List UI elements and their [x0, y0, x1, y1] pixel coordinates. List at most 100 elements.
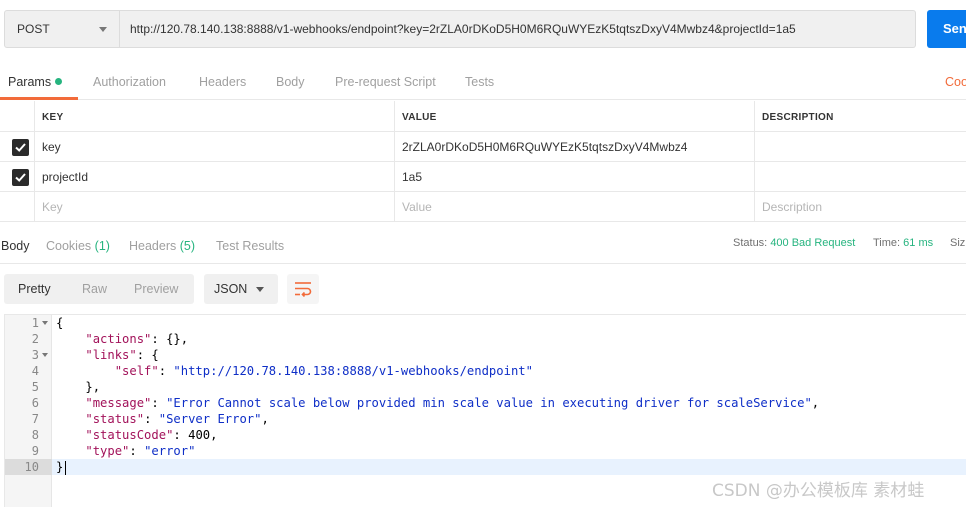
response-toolbar: Pretty Raw Preview JSON: [0, 273, 966, 307]
line-number: 4: [31, 364, 39, 378]
response-tabs: Body Cookies (1) Headers (5) Test Result…: [0, 232, 966, 264]
code-token: "message": [85, 396, 152, 410]
line-number: 8: [31, 428, 39, 442]
status-meta: Status: 400 Bad Request: [733, 237, 855, 249]
column-divider: [394, 101, 395, 131]
code-line: "statusCode": 400,: [56, 427, 217, 443]
table-row-empty: Key Value Description: [0, 192, 966, 222]
format-select[interactable]: JSON: [204, 274, 278, 304]
line-number: 7: [31, 412, 39, 426]
checkmark-icon: [15, 173, 26, 182]
code-token: 400: [188, 428, 211, 442]
tab-headers[interactable]: Headers: [199, 75, 246, 89]
param-value-cell[interactable]: 2rZLA0rDKoD5H0M6RQuWYEzK5tqtszDxyV4Mwbz4: [402, 140, 687, 154]
code-token: :: [173, 428, 189, 442]
column-divider: [394, 192, 395, 221]
param-key-cell[interactable]: projectId: [42, 170, 88, 184]
code-token: }: [56, 460, 64, 474]
new-key-input[interactable]: Key: [42, 200, 63, 214]
raw-button[interactable]: Raw: [82, 282, 107, 296]
table-row: projectId 1a5: [0, 162, 966, 192]
params-header-row: KEY VALUE DESCRIPTION: [0, 101, 966, 132]
code-line: "status": "Server Error",: [56, 411, 269, 427]
code-token: :: [158, 364, 174, 378]
code-token: :: [151, 396, 167, 410]
line-number: 3: [31, 348, 39, 362]
wrap-lines-button[interactable]: [287, 274, 319, 304]
line-number: 1: [31, 316, 39, 330]
chevron-down-icon: [99, 27, 107, 32]
pretty-button[interactable]: Pretty: [18, 282, 51, 296]
active-dot-icon: [55, 78, 63, 85]
code-line: },: [56, 379, 100, 395]
preview-button[interactable]: Preview: [134, 282, 178, 296]
chevron-down-icon: [256, 287, 264, 292]
table-row: key 2rZLA0rDKoD5H0M6RQuWYEzK5tqtszDxyV4M…: [0, 132, 966, 162]
code-token: : {},: [151, 332, 189, 346]
tab-cookies-label: Cookies: [46, 239, 92, 253]
row-checkbox[interactable]: [12, 139, 29, 156]
new-description-input[interactable]: Description: [762, 200, 822, 214]
send-button[interactable]: Sen: [927, 10, 966, 48]
tab-response-body[interactable]: Body: [1, 239, 30, 253]
url-text: http://120.78.140.138:8888/v1-webhooks/e…: [130, 22, 796, 36]
tab-authorization[interactable]: Authorization: [93, 75, 166, 89]
view-mode-segment: Pretty Raw Preview: [4, 274, 194, 304]
code-token: ,: [811, 396, 820, 410]
cookies-link[interactable]: Coo: [945, 75, 966, 89]
code-token: : {: [136, 348, 159, 362]
tab-response-cookies[interactable]: Cookies (1): [46, 239, 110, 253]
method-select[interactable]: POST: [4, 10, 120, 48]
code-token: "statusCode": [85, 428, 174, 442]
code-token: :: [144, 412, 159, 426]
column-divider: [34, 162, 35, 191]
line-number: 10: [24, 460, 39, 474]
code-token: },: [85, 380, 101, 394]
column-divider: [34, 192, 35, 221]
time-meta: Time: 61 ms: [873, 237, 933, 249]
fold-toggle-icon[interactable]: [42, 321, 48, 325]
tab-body[interactable]: Body: [276, 75, 305, 89]
column-divider: [754, 101, 755, 131]
code-token: "Error Cannot scale below provided min s…: [166, 396, 812, 410]
column-divider: [34, 101, 35, 131]
tab-params[interactable]: Params: [8, 75, 63, 89]
new-value-input[interactable]: Value: [402, 200, 432, 214]
row-checkbox[interactable]: [12, 169, 29, 186]
code-token: "Server Error": [158, 412, 262, 426]
code-token: "actions": [85, 332, 152, 346]
code-line: "self": "http://120.78.140.138:8888/v1-w…: [56, 363, 533, 379]
code-line: "actions": {},: [56, 331, 188, 347]
time-label: Time:: [873, 237, 901, 249]
tab-headers-label: Headers: [129, 239, 177, 253]
line-number: 2: [31, 332, 39, 346]
line-number: 9: [31, 444, 39, 458]
header-description: DESCRIPTION: [762, 112, 834, 123]
header-key: KEY: [42, 112, 64, 123]
request-bar: POST http://120.78.140.138:8888/v1-webho…: [0, 0, 966, 60]
code-line: "message": "Error Cannot scale below pro…: [56, 395, 819, 411]
url-input[interactable]: http://120.78.140.138:8888/v1-webhooks/e…: [120, 10, 916, 48]
request-tabs: Params Authorization Headers Body Pre-re…: [0, 66, 966, 100]
param-key-cell[interactable]: key: [42, 140, 61, 154]
send-label: Sen: [943, 21, 966, 36]
status-label: Status:: [733, 237, 768, 249]
code-token: "links": [85, 348, 137, 362]
params-table: KEY VALUE DESCRIPTION key 2rZLA0rDKoD5H0…: [0, 100, 966, 223]
code-line: {: [56, 315, 63, 331]
tab-tests[interactable]: Tests: [465, 75, 494, 89]
active-line-highlight: [5, 459, 966, 475]
code-token: ,: [210, 428, 218, 442]
line-number-gutter: 1 2 3 4 5 6 7 8 9 10: [5, 315, 52, 507]
tab-response-headers[interactable]: Headers (5): [129, 239, 195, 253]
time-value: 61 ms: [903, 237, 934, 249]
checkmark-icon: [15, 143, 26, 152]
format-label: JSON: [214, 282, 248, 296]
code-token: ,: [261, 412, 269, 426]
param-value-cell[interactable]: 1a5: [402, 170, 422, 184]
tab-test-results[interactable]: Test Results: [216, 239, 284, 253]
status-value: 400 Bad Request: [770, 237, 856, 249]
fold-toggle-icon[interactable]: [42, 353, 48, 357]
tab-params-label: Params: [8, 75, 52, 89]
tab-prerequest-script[interactable]: Pre-request Script: [335, 75, 436, 89]
